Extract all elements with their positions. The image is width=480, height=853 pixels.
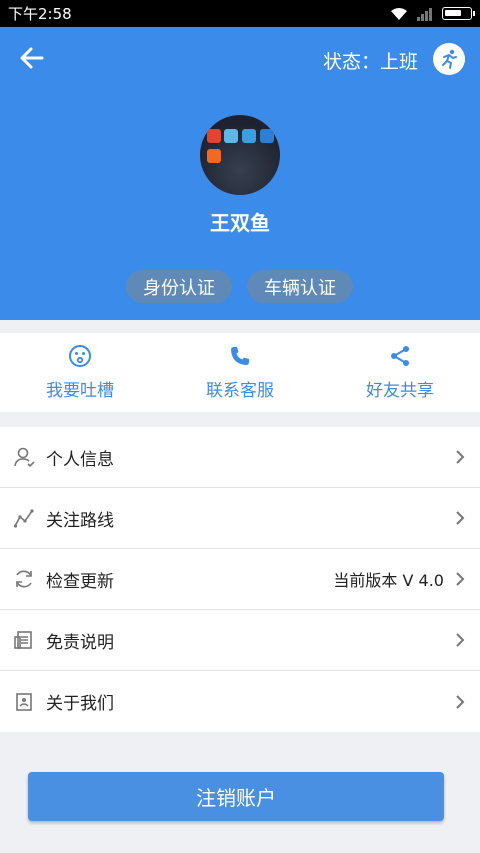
chevron-right-icon	[456, 450, 465, 464]
signal-icon	[417, 7, 432, 21]
menu-item-label: 关注路线	[46, 510, 114, 531]
vehicle-verification-button[interactable]: 车辆认证	[247, 270, 353, 303]
menu-item-personal-info[interactable]: 个人信息	[0, 427, 480, 488]
identity-verification-button[interactable]: 身份认证	[126, 270, 232, 303]
user-icon	[12, 445, 36, 469]
logout-button[interactable]: 注销账户	[28, 772, 444, 821]
back-arrow-icon	[20, 47, 44, 69]
complain-button[interactable]: 我要吐槽	[0, 333, 160, 412]
menu-item-check-update[interactable]: 检查更新 当前版本 V 4.0	[0, 549, 480, 610]
menu-item-label: 关于我们	[46, 694, 114, 714]
settings-list: 个人信息 关注路线 检查更新 当前版本 V 4.0 免责说明 关于我们	[0, 427, 480, 732]
menu-item-label: 个人信息	[46, 449, 114, 470]
complain-label: 我要吐槽	[46, 381, 114, 401]
chevron-right-icon	[456, 511, 465, 525]
menu-item-label: 免责说明	[46, 632, 114, 653]
profile-header: 状态：上班 王双鱼 身份认证 车辆认证	[0, 27, 480, 320]
current-version: 当前版本 V 4.0	[333, 571, 444, 590]
back-button[interactable]	[18, 44, 50, 76]
complaint-face-icon	[69, 345, 91, 367]
wifi-icon	[391, 7, 407, 20]
work-status-toggle[interactable]	[433, 43, 465, 75]
clock: 下午2:58	[8, 5, 72, 23]
avatar[interactable]	[200, 115, 280, 195]
menu-item-label: 检查更新	[46, 571, 114, 592]
menu-item-followed-routes[interactable]: 关注路线	[0, 488, 480, 549]
refresh-icon	[12, 567, 36, 591]
contact-support-button[interactable]: 联系客服	[160, 333, 320, 412]
share-icon	[391, 346, 409, 366]
route-icon	[12, 506, 36, 530]
chevron-right-icon	[456, 633, 465, 647]
system-status-bar: 下午2:58	[0, 0, 480, 27]
work-status-label: 状态：上班	[322, 51, 418, 73]
info-card-icon	[12, 690, 36, 714]
username: 王双鱼	[210, 211, 270, 235]
chevron-right-icon	[456, 694, 465, 709]
chevron-right-icon	[456, 572, 465, 586]
phone-icon	[231, 347, 249, 365]
share-button[interactable]: 好友共享	[320, 333, 480, 412]
quick-actions: 我要吐槽 联系客服 好友共享	[0, 333, 480, 412]
battery-icon	[442, 7, 475, 20]
document-icon	[12, 628, 36, 652]
runner-icon	[442, 49, 457, 69]
menu-item-disclaimer[interactable]: 免责说明	[0, 610, 480, 671]
menu-item-about-us[interactable]: 关于我们	[0, 671, 480, 732]
contact-support-label: 联系客服	[206, 381, 274, 401]
share-label: 好友共享	[366, 381, 434, 401]
